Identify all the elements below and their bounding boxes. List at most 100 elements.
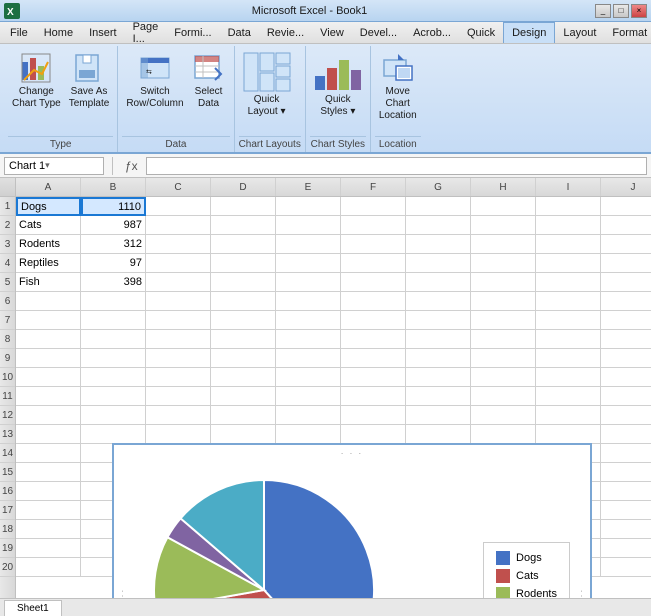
col-header-b[interactable]: B xyxy=(81,178,146,196)
cell-j6[interactable] xyxy=(601,292,651,311)
pie-segment-dogs[interactable] xyxy=(264,480,374,598)
menu-quick[interactable]: Quick xyxy=(459,22,503,43)
menu-insert[interactable]: Insert xyxy=(81,22,125,43)
cell-h4[interactable] xyxy=(471,254,536,273)
row-header-14[interactable]: 14 xyxy=(0,444,15,463)
row-header-6[interactable]: 6 xyxy=(0,292,15,311)
select-data-button[interactable]: SelectData xyxy=(188,50,230,112)
col-header-g[interactable]: G xyxy=(406,178,471,196)
cell-j5[interactable] xyxy=(601,273,651,292)
menu-page[interactable]: Page I... xyxy=(125,22,167,43)
window-controls[interactable]: _ □ × xyxy=(595,4,647,18)
chart-resize-left[interactable]: · · · xyxy=(118,589,127,598)
cell-f1[interactable] xyxy=(341,197,406,216)
menu-format[interactable]: Format xyxy=(604,22,651,43)
cell-h2[interactable] xyxy=(471,216,536,235)
chart-resize-right[interactable]: · · · xyxy=(577,589,586,598)
row-header-13[interactable]: 13 xyxy=(0,425,15,444)
row-header-17[interactable]: 17 xyxy=(0,501,15,520)
cell-d5[interactable] xyxy=(211,273,276,292)
menu-data[interactable]: Data xyxy=(220,22,259,43)
row-header-7[interactable]: 7 xyxy=(0,311,15,330)
cell-j3[interactable] xyxy=(601,235,651,254)
cell-f2[interactable] xyxy=(341,216,406,235)
chart-container[interactable]: · · · · · · · · · · · · Dogs Cats Rod xyxy=(112,443,592,598)
cell-g3[interactable] xyxy=(406,235,471,254)
menu-developer[interactable]: Devel... xyxy=(352,22,405,43)
cell-g6[interactable] xyxy=(406,292,471,311)
col-header-d[interactable]: D xyxy=(211,178,276,196)
cell-b1[interactable]: 1110 xyxy=(81,197,146,216)
cell-a6[interactable] xyxy=(16,292,81,311)
col-header-h[interactable]: H xyxy=(471,178,536,196)
maximize-button[interactable]: □ xyxy=(613,4,629,18)
menu-design[interactable]: Design xyxy=(503,22,555,43)
row-header-12[interactable]: 12 xyxy=(0,406,15,425)
cell-a4[interactable]: Reptiles xyxy=(16,254,81,273)
menu-file[interactable]: File xyxy=(2,22,36,43)
cell-e4[interactable] xyxy=(276,254,341,273)
cell-e3[interactable] xyxy=(276,235,341,254)
col-header-a[interactable]: A xyxy=(16,178,81,196)
menu-acrobat[interactable]: Acrob... xyxy=(405,22,459,43)
cell-h1[interactable] xyxy=(471,197,536,216)
quick-layout-button[interactable]: QuickLayout ▾ xyxy=(239,50,295,120)
cell-d2[interactable] xyxy=(211,216,276,235)
cell-d3[interactable] xyxy=(211,235,276,254)
name-box-dropdown[interactable]: ▾ xyxy=(45,160,50,171)
cell-d6[interactable] xyxy=(211,292,276,311)
cell-b2[interactable]: 987 xyxy=(81,216,146,235)
col-header-e[interactable]: E xyxy=(276,178,341,196)
row-header-9[interactable]: 9 xyxy=(0,349,15,368)
menu-layout[interactable]: Layout xyxy=(555,22,604,43)
cell-a3[interactable]: Rodents xyxy=(16,235,81,254)
change-chart-type-button[interactable]: ChangeChart Type xyxy=(8,50,65,112)
cell-i3[interactable] xyxy=(536,235,601,254)
cell-i1[interactable] xyxy=(536,197,601,216)
menu-home[interactable]: Home xyxy=(36,22,81,43)
cell-i5[interactable] xyxy=(536,273,601,292)
cell-e5[interactable] xyxy=(276,273,341,292)
row-header-4[interactable]: 4 xyxy=(0,254,15,273)
cell-f3[interactable] xyxy=(341,235,406,254)
cell-e2[interactable] xyxy=(276,216,341,235)
cell-h6[interactable] xyxy=(471,292,536,311)
cell-h5[interactable] xyxy=(471,273,536,292)
cell-b5[interactable]: 398 xyxy=(81,273,146,292)
menu-view[interactable]: View xyxy=(312,22,352,43)
cell-j1[interactable] xyxy=(601,197,651,216)
cell-g2[interactable] xyxy=(406,216,471,235)
row-header-10[interactable]: 10 xyxy=(0,368,15,387)
col-header-j[interactable]: J xyxy=(601,178,651,196)
cell-c1[interactable] xyxy=(146,197,211,216)
cell-a2[interactable]: Cats xyxy=(16,216,81,235)
cell-b6[interactable] xyxy=(81,292,146,311)
col-header-c[interactable]: C xyxy=(146,178,211,196)
name-box[interactable]: Chart 1 ▾ xyxy=(4,157,104,175)
cell-a5[interactable]: Fish xyxy=(16,273,81,292)
minimize-button[interactable]: _ xyxy=(595,4,611,18)
row-header-20[interactable]: 20 xyxy=(0,558,15,577)
sheet-tab-1[interactable]: Sheet1 xyxy=(4,600,62,616)
cell-g4[interactable] xyxy=(406,254,471,273)
cell-f4[interactable] xyxy=(341,254,406,273)
quick-styles-button[interactable]: QuickStyles ▾ xyxy=(310,50,366,120)
cell-g5[interactable] xyxy=(406,273,471,292)
cell-c3[interactable] xyxy=(146,235,211,254)
col-header-f[interactable]: F xyxy=(341,178,406,196)
cell-c4[interactable] xyxy=(146,254,211,273)
row-header-8[interactable]: 8 xyxy=(0,330,15,349)
row-header-19[interactable]: 19 xyxy=(0,539,15,558)
cell-i6[interactable] xyxy=(536,292,601,311)
row-header-18[interactable]: 18 xyxy=(0,520,15,539)
close-button[interactable]: × xyxy=(631,4,647,18)
save-as-template-button[interactable]: Save AsTemplate xyxy=(65,50,114,112)
row-header-2[interactable]: 2 xyxy=(0,216,15,235)
formula-input[interactable] xyxy=(146,157,647,175)
row-header-3[interactable]: 3 xyxy=(0,235,15,254)
cell-e6[interactable] xyxy=(276,292,341,311)
cell-d1[interactable] xyxy=(211,197,276,216)
cell-b4[interactable]: 97 xyxy=(81,254,146,273)
row-header-15[interactable]: 15 xyxy=(0,463,15,482)
row-header-1[interactable]: 1 xyxy=(0,197,15,216)
